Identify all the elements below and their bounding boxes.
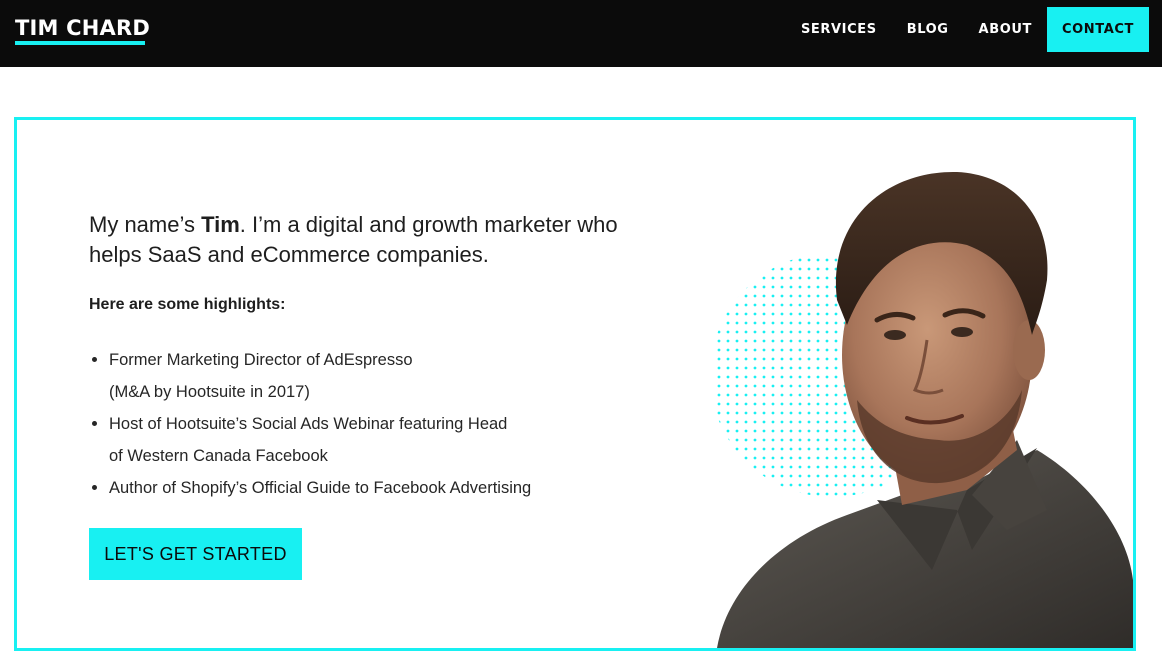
site-header: TIM CHARD SERVICES BLOG ABOUT CONTACT (0, 0, 1162, 67)
hero-section: My name’s Tim. I’m a digital and growth … (14, 117, 1136, 651)
highlight-line: of Western Canada Facebook (109, 447, 328, 465)
highlight-item: Author of Shopify’s Official Guide to Fa… (89, 472, 609, 504)
portrait-photo (710, 150, 1133, 648)
nav-link-about[interactable]: ABOUT (979, 7, 1032, 52)
highlights-list: Former Marketing Director of AdEspresso … (89, 344, 609, 504)
highlight-line: Host of Hootsuite’s Social Ads Webinar f… (109, 415, 508, 433)
highlights-heading: Here are some highlights: (89, 296, 286, 313)
highlight-line: Former Marketing Director of AdEspresso (109, 351, 413, 369)
logo-underline (15, 41, 145, 45)
eye-left (884, 330, 906, 340)
highlight-item: Former Marketing Director of AdEspresso … (89, 344, 609, 408)
nav-link-blog[interactable]: BLOG (907, 7, 949, 52)
highlight-line: Author of Shopify’s Official Guide to Fa… (109, 479, 532, 497)
eye-right (951, 327, 973, 337)
site-logo[interactable]: TIM CHARD (15, 16, 150, 40)
intro-prefix: My name’s (89, 212, 202, 237)
highlight-line: (M&A by Hootsuite in 2017) (109, 383, 310, 401)
ear-shape (1013, 320, 1045, 380)
main-nav: SERVICES BLOG ABOUT CONTACT (771, 7, 1149, 52)
intro-text: My name’s Tim. I’m a digital and growth … (89, 210, 649, 270)
highlight-item: Host of Hootsuite’s Social Ads Webinar f… (89, 408, 609, 472)
nav-link-contact[interactable]: CONTACT (1047, 7, 1149, 52)
intro-name: Tim (201, 212, 240, 237)
get-started-button[interactable]: LET'S GET STARTED (89, 528, 302, 580)
nav-link-services[interactable]: SERVICES (801, 7, 877, 52)
